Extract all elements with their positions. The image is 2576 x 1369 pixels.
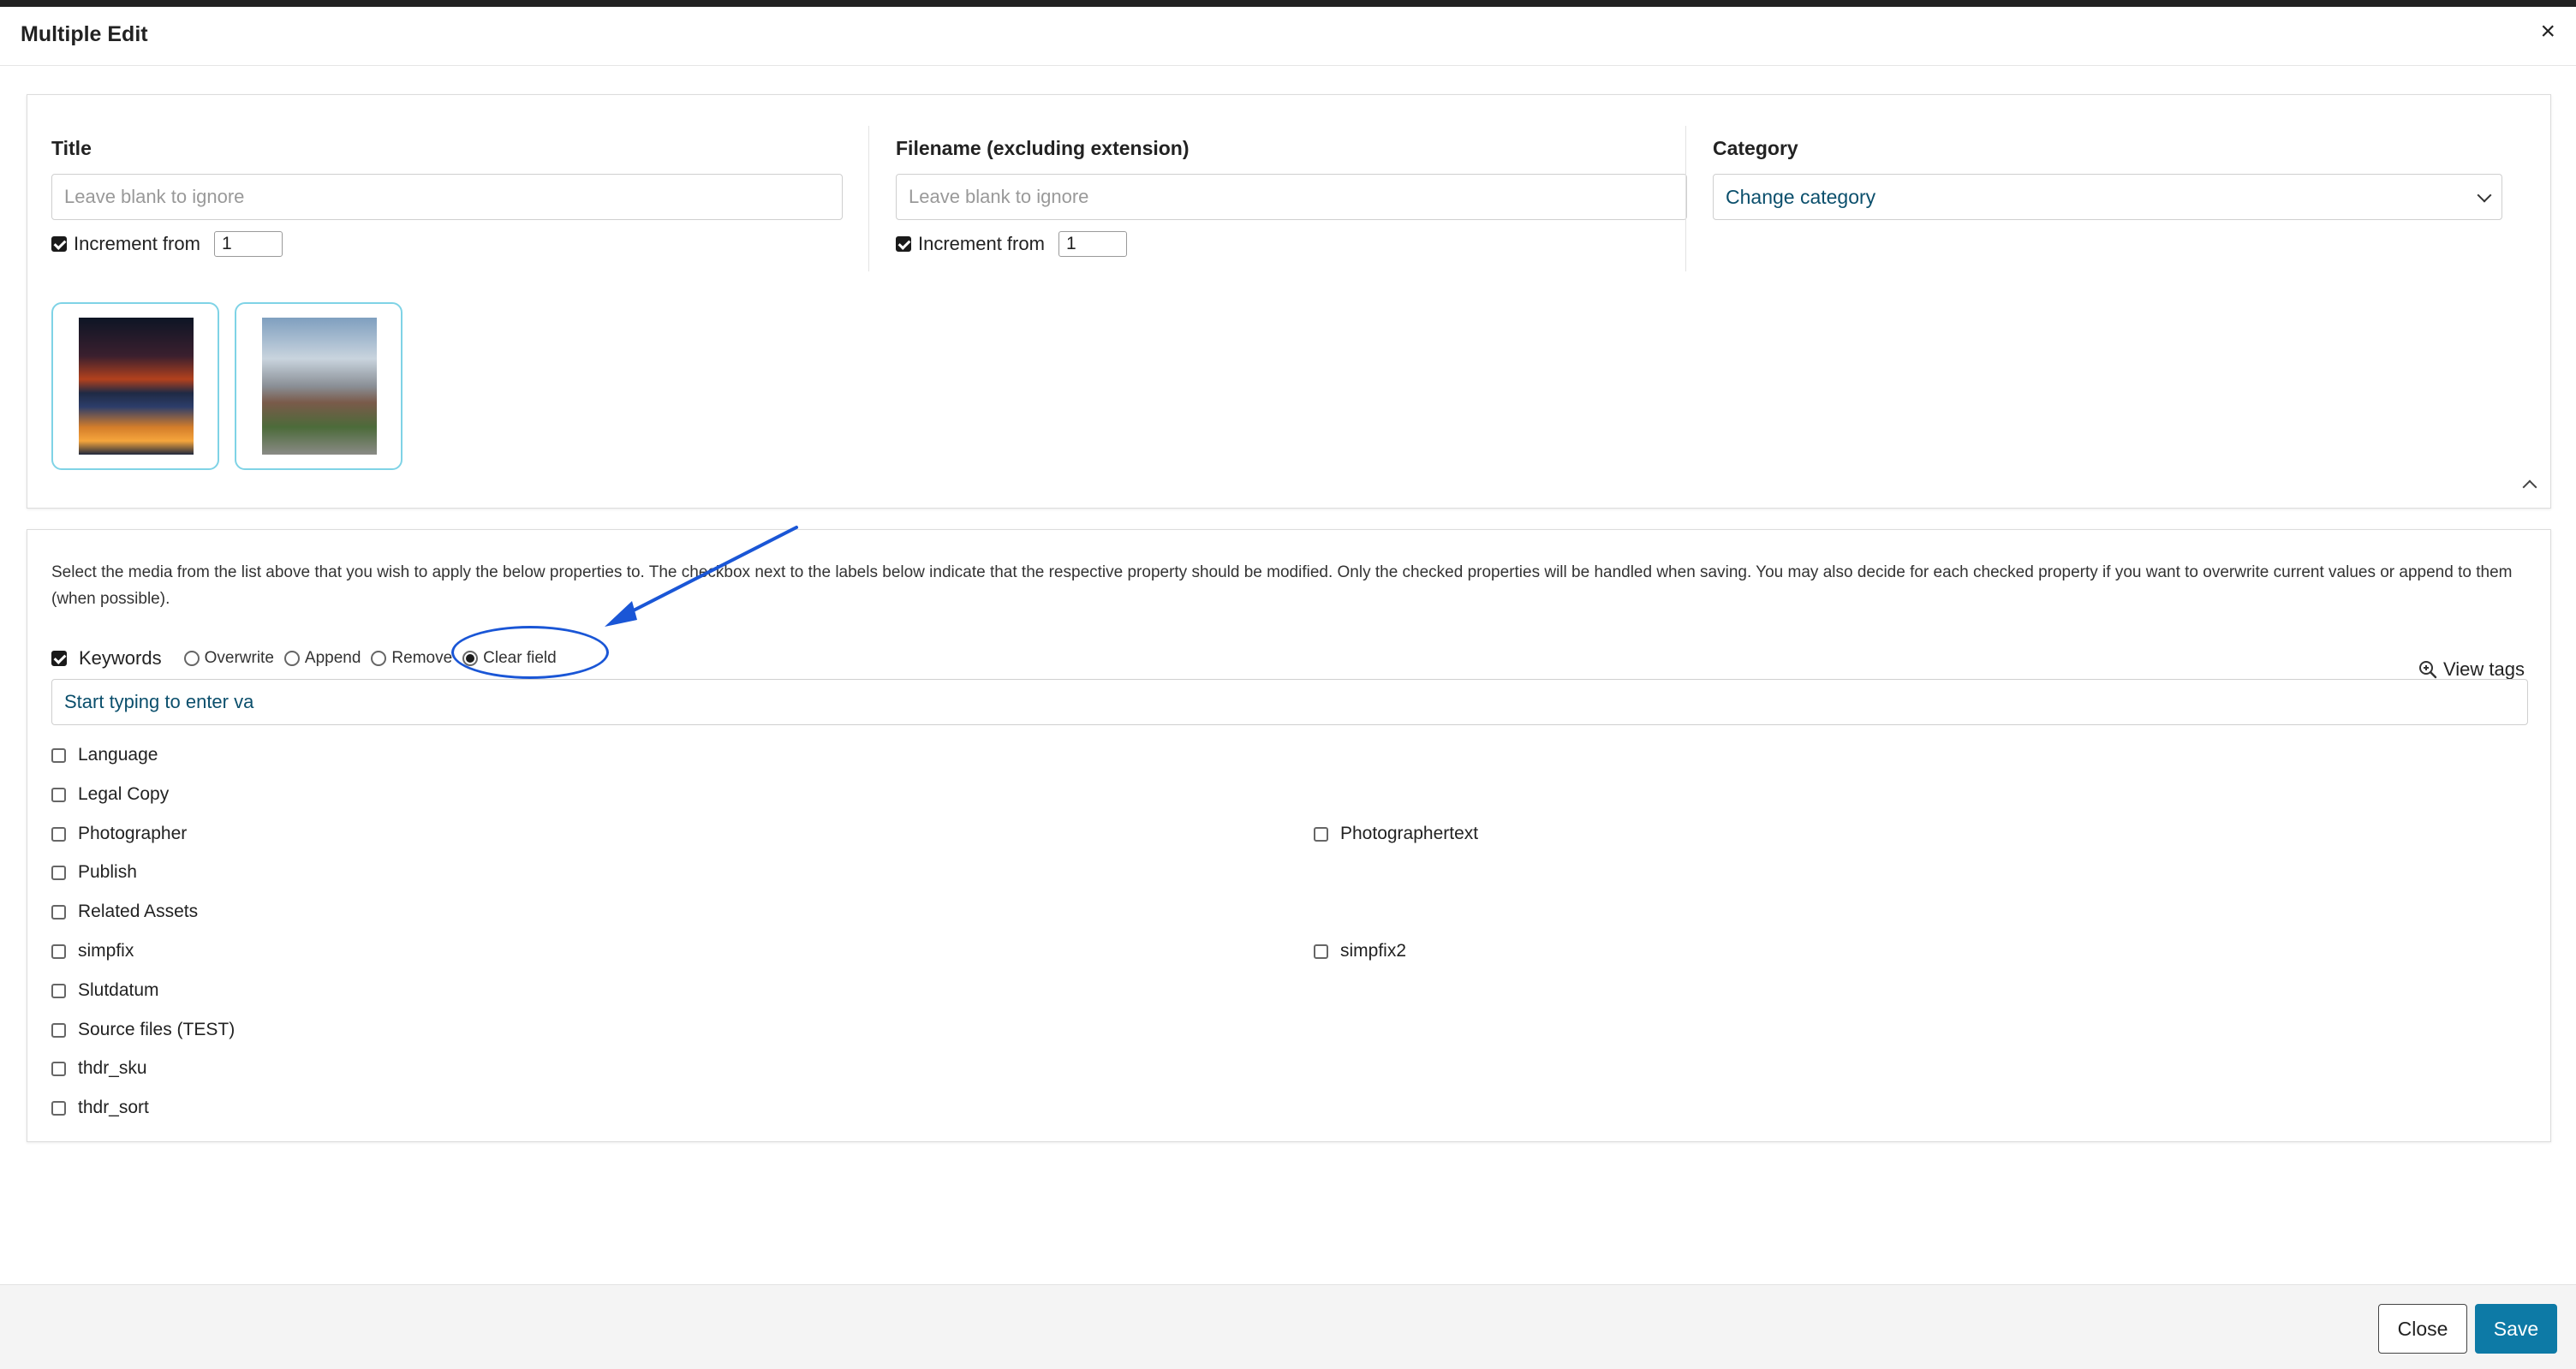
property-related-assets[interactable]: Related Assets — [51, 899, 198, 925]
radio-label: Clear field — [483, 649, 557, 667]
modal-title: Multiple Edit — [21, 22, 148, 46]
view-tags-link[interactable]: View tags — [2418, 658, 2525, 681]
radio-label: Overwrite — [204, 649, 274, 667]
property-checkbox[interactable] — [51, 1100, 66, 1116]
media-thumbnail[interactable] — [51, 302, 219, 470]
title-increment-input[interactable]: 1 — [213, 231, 283, 257]
title-column: Title Leave blank to ignore Increment fr… — [51, 129, 843, 258]
property-checkbox[interactable] — [51, 826, 66, 842]
property-label: Related Assets — [78, 902, 199, 921]
property-thdr-sku[interactable]: thdr_sku — [51, 1056, 147, 1081]
radio-icon — [371, 651, 387, 666]
keywords-checkbox[interactable] — [51, 651, 67, 666]
radio-icon — [283, 651, 300, 666]
building-street-photo — [262, 318, 377, 455]
property-checkbox[interactable] — [1314, 943, 1328, 959]
keywords-label: Keywords — [79, 647, 162, 669]
title-increment-label: Increment from — [74, 233, 200, 254]
save-button[interactable]: Save — [2475, 1304, 2557, 1354]
chevron-up-icon[interactable] — [2522, 479, 2537, 495]
radio-append[interactable]: Append — [283, 649, 361, 668]
property-checkbox[interactable] — [1314, 826, 1328, 842]
property-thdr-sort[interactable]: thdr_sort — [51, 1095, 149, 1121]
multiple-edit-modal: Multiple Edit × Title Leave blank to ign… — [0, 7, 2576, 1369]
property-legal-copy[interactable]: Legal Copy — [51, 782, 169, 807]
radio-icon — [183, 651, 200, 666]
category-label: Category — [1713, 137, 1798, 159]
filename-label: Filename (excluding extension) — [896, 137, 1190, 159]
property-simpfix[interactable]: simpfix — [51, 938, 134, 964]
keywords-input[interactable]: Start typing to enter va — [51, 679, 2528, 725]
property-label: simpfix2 — [1340, 941, 1407, 961]
category-column: Category Change category — [1713, 129, 2502, 220]
category-select-value: Change category — [1726, 186, 1876, 208]
properties-panel: Select the media from the list above tha… — [27, 529, 2551, 1142]
view-tags-label: View tags — [2443, 658, 2525, 680]
property-slutdatum[interactable]: Slutdatum — [51, 978, 159, 1003]
property-label: thdr_sku — [78, 1058, 147, 1078]
modal-footer: Close Save — [0, 1284, 2576, 1369]
property-checkbox[interactable] — [51, 1061, 66, 1076]
property-checkbox[interactable] — [51, 865, 66, 880]
radio-label: Remove — [391, 649, 453, 667]
chevron-down-icon — [2477, 187, 2492, 203]
column-divider — [868, 126, 869, 271]
title-increment-row: Increment from 1 — [51, 230, 843, 258]
category-select[interactable]: Change category — [1713, 174, 2502, 220]
instructions-text: Select the media from the list above tha… — [51, 563, 2513, 608]
radio-overwrite[interactable]: Overwrite — [183, 649, 274, 668]
property-photographer[interactable]: Photographer — [51, 821, 187, 847]
filename-input[interactable]: Leave blank to ignore — [896, 174, 1687, 220]
media-thumbnail[interactable] — [235, 302, 402, 470]
radio-clear-field[interactable]: Clear field — [462, 649, 557, 668]
radio-label: Append — [304, 649, 361, 667]
media-fields-panel: Title Leave blank to ignore Increment fr… — [27, 94, 2551, 509]
zoom-in-icon — [2419, 661, 2437, 679]
filename-increment-label: Increment from — [918, 233, 1045, 254]
property-photographertext[interactable]: Photographertext — [1314, 821, 1478, 847]
filename-increment-checkbox[interactable] — [896, 236, 911, 252]
keywords-row: Keywords Overwrite Append Remove Clear f… — [51, 645, 567, 672]
modal-header: Multiple Edit × — [0, 7, 2576, 66]
background-app-bar — [0, 0, 2576, 7]
column-divider — [1685, 126, 1686, 271]
filename-increment-row: Increment from 1 — [896, 230, 1687, 258]
property-checkbox[interactable] — [51, 904, 66, 920]
property-label: thdr_sort — [78, 1098, 149, 1117]
property-label: Language — [78, 745, 158, 765]
property-label: Legal Copy — [78, 784, 170, 804]
property-source-files[interactable]: Source files (TEST) — [51, 1017, 235, 1043]
property-checkbox[interactable] — [51, 787, 66, 802]
property-label: simpfix — [78, 941, 134, 961]
radio-icon — [462, 651, 479, 666]
property-checkbox[interactable] — [51, 747, 66, 763]
night-city-photo — [79, 318, 194, 455]
filename-increment-input[interactable]: 1 — [1058, 231, 1127, 257]
title-input[interactable]: Leave blank to ignore — [51, 174, 843, 220]
property-checkbox[interactable] — [51, 1022, 66, 1038]
close-button[interactable]: Close — [2378, 1304, 2467, 1354]
property-label: Photographertext — [1340, 824, 1479, 843]
property-language[interactable]: Language — [51, 742, 158, 768]
property-label: Source files (TEST) — [78, 1020, 236, 1039]
title-label: Title — [51, 137, 92, 159]
title-increment-checkbox[interactable] — [51, 236, 67, 252]
property-checkbox[interactable] — [51, 943, 66, 959]
property-label: Photographer — [78, 824, 188, 843]
radio-remove[interactable]: Remove — [371, 649, 452, 668]
property-simpfix2[interactable]: simpfix2 — [1314, 938, 1406, 964]
property-label: Slutdatum — [78, 980, 159, 1000]
property-publish[interactable]: Publish — [51, 860, 137, 885]
filename-column: Filename (excluding extension) Leave bla… — [896, 129, 1687, 258]
close-icon[interactable]: × — [2540, 19, 2555, 45]
property-checkbox[interactable] — [51, 983, 66, 998]
property-label: Publish — [78, 862, 137, 882]
